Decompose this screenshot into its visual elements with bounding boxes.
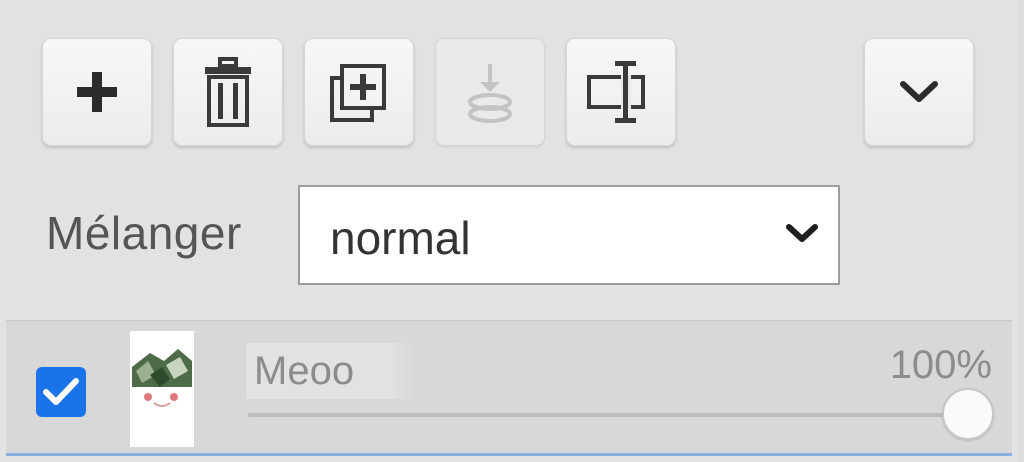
- chevron-down-icon: [900, 81, 938, 102]
- trash-icon: [205, 57, 251, 127]
- duplicate-icon: [330, 64, 386, 122]
- merge-down-icon: [468, 64, 512, 123]
- delete-layer-button[interactable]: [173, 38, 283, 146]
- layer-row[interactable]: Meoo 100%: [6, 320, 1012, 456]
- layer-name[interactable]: Meoo: [246, 343, 414, 399]
- more-options-button[interactable]: [864, 38, 974, 146]
- rename-layer-button[interactable]: [566, 38, 676, 146]
- layer-opacity-value: 100%: [889, 343, 992, 387]
- add-layer-button[interactable]: [42, 38, 152, 146]
- layer-thumbnail[interactable]: [130, 331, 194, 447]
- rename-icon: [587, 61, 645, 123]
- merge-down-button[interactable]: [435, 38, 545, 146]
- opacity-slider-track[interactable]: [248, 413, 968, 417]
- blend-mode-value: normal: [330, 212, 471, 264]
- layer-thumbnail-image: [130, 331, 194, 447]
- layer-visibility-checkbox[interactable]: [36, 367, 86, 417]
- opacity-slider-thumb[interactable]: [942, 388, 994, 440]
- blend-mode-select[interactable]: normal: [298, 185, 840, 285]
- chevron-down-icon: [786, 224, 818, 242]
- blend-mode-label: Mélanger: [46, 207, 242, 259]
- duplicate-layer-button[interactable]: [304, 38, 414, 146]
- plus-icon: [77, 72, 117, 112]
- panel-edge: [1018, 0, 1024, 462]
- checkmark-icon: [43, 378, 79, 405]
